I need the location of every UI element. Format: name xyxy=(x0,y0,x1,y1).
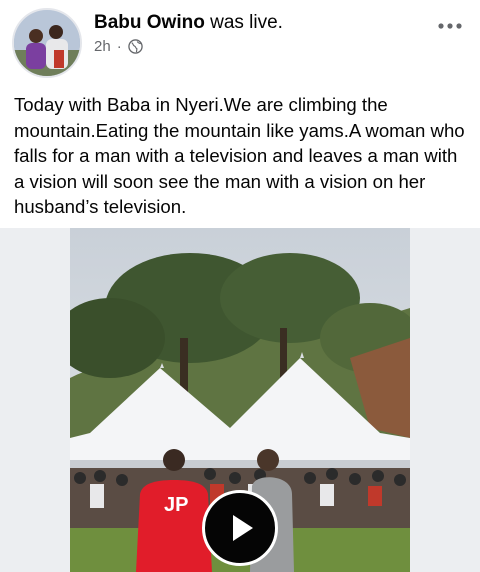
post-text: Today with Baba in Nyeri.We are climbing… xyxy=(14,94,465,217)
play-button[interactable] xyxy=(202,490,278,566)
avatar-photo xyxy=(14,10,80,76)
play-icon xyxy=(233,515,253,541)
globe-icon xyxy=(127,39,143,54)
post-header: Babu Owino was live. 2h · xyxy=(0,0,480,82)
shirt-logo: JP xyxy=(164,494,189,516)
more-horizontal-icon xyxy=(438,23,462,29)
post-time[interactable]: 2h xyxy=(94,38,111,55)
author-name[interactable]: Babu Owino xyxy=(94,12,205,33)
author-action: was live. xyxy=(210,12,283,33)
post-meta: 2h · xyxy=(94,38,143,55)
meta-separator: · xyxy=(116,38,122,55)
author-line: Babu Owino was live. xyxy=(94,12,283,34)
author-avatar[interactable] xyxy=(12,8,82,78)
more-options-button[interactable] xyxy=(436,16,464,36)
